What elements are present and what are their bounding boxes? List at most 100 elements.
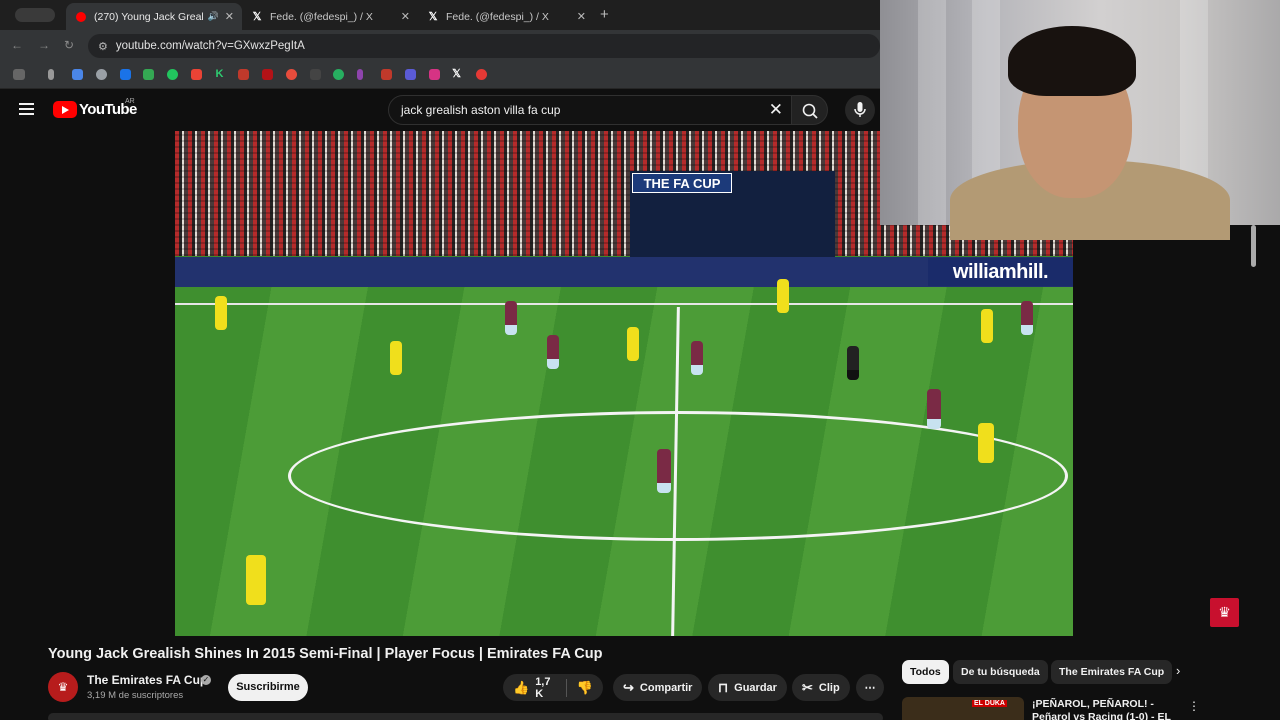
microphone-icon — [854, 102, 866, 117]
bookmark-icon[interactable] — [96, 69, 107, 80]
close-tab-icon[interactable]: ✕ — [225, 10, 234, 23]
player — [1021, 301, 1033, 335]
speaker-icon[interactable]: 🔊 — [208, 11, 219, 22]
bookmark-icon[interactable] — [357, 69, 363, 80]
share-button[interactable]: ↪ Compartir — [613, 674, 703, 701]
bookmark-icon[interactable] — [48, 69, 54, 80]
like-dislike-group: 👍 1,7 K 👎 — [503, 674, 603, 701]
search-button[interactable] — [791, 95, 828, 125]
bookmark-icon[interactable] — [262, 69, 273, 80]
bookmark-icon[interactable] — [405, 69, 416, 80]
close-tab-icon[interactable]: ✕ — [577, 10, 586, 23]
person-hair — [1008, 26, 1136, 96]
x-icon[interactable]: 𝕏 — [451, 69, 462, 80]
search-input[interactable]: jack grealish aston villa fa cup ✕ — [388, 95, 792, 125]
clip-label: Clip — [818, 681, 840, 694]
channel-avatar[interactable]: ♛ — [48, 672, 78, 702]
tab-youtube[interactable]: (270) Young Jack Grealish Shines In 2015… — [66, 3, 242, 30]
player — [777, 279, 789, 313]
webcam-overlay — [880, 0, 1280, 240]
centre-circle — [288, 411, 1068, 541]
bookmark-icon[interactable] — [381, 69, 392, 80]
save-button[interactable]: ⊓ Guardar — [708, 674, 787, 701]
youtube-logo[interactable]: YouTube AR — [53, 98, 137, 118]
drive-icon[interactable] — [143, 69, 154, 80]
bookmark-icon[interactable] — [167, 69, 178, 80]
subscribe-button[interactable]: Suscribirme — [228, 674, 308, 701]
scissors-icon: ✂ — [802, 679, 813, 695]
bookmark-icon[interactable] — [120, 69, 131, 80]
tab-x-1[interactable]: 𝕏 Fede. (@fedespi_) / X ✕ — [242, 3, 418, 30]
x-favicon-icon: 𝕏 — [252, 11, 262, 23]
player — [390, 341, 402, 375]
country-code: AR — [125, 98, 135, 105]
player — [927, 389, 941, 429]
new-tab-icon[interactable]: + — [600, 6, 609, 23]
bookmark-icon[interactable] — [238, 69, 249, 80]
tab-title: (270) Young Jack Grealish Shines In 2015… — [94, 10, 204, 23]
close-tab-icon[interactable]: ✕ — [401, 10, 410, 23]
more-horizontal-icon: ⋯ — [864, 682, 876, 694]
chevron-right-icon[interactable]: › — [1176, 663, 1180, 678]
more-actions-button[interactable]: ⋯ — [856, 674, 884, 701]
channel-name[interactable]: The Emirates FA Cup — [87, 673, 207, 687]
player — [246, 555, 266, 605]
player — [978, 423, 994, 463]
touchline — [175, 303, 1073, 305]
curtain — [918, 0, 946, 225]
clear-search-icon[interactable]: ✕ — [769, 100, 783, 120]
chip-all[interactable]: Todos — [902, 660, 949, 684]
tab-group-pill[interactable] — [15, 8, 55, 22]
youtube-bookmark-icon[interactable] — [476, 69, 487, 80]
chip-channel[interactable]: The Emirates FA Cup — [1051, 660, 1173, 684]
like-count[interactable]: 1,7 K — [535, 676, 556, 700]
description-box[interactable] — [48, 713, 883, 720]
verified-check-icon: ✓ — [201, 675, 211, 685]
bookmark-icon[interactable] — [429, 69, 440, 80]
tab-x-2[interactable]: 𝕏 Fede. (@fedespi_) / X ✕ — [418, 3, 594, 30]
player — [547, 335, 559, 369]
video-title: Young Jack Grealish Shines In 2015 Semi-… — [48, 646, 603, 662]
bookmark-icon[interactable] — [286, 69, 297, 80]
address-bar-row: ← → ↻ ⚙ youtube.com/watch?v=GXwxzPegItA — [0, 30, 880, 61]
apps-grid-icon[interactable] — [13, 69, 25, 80]
tab-title: Fede. (@fedespi_) / X — [446, 10, 549, 23]
url-field[interactable]: ⚙ youtube.com/watch?v=GXwxzPegItA — [88, 34, 880, 58]
like-icon[interactable]: 👍 — [513, 680, 529, 696]
search-icon — [802, 103, 818, 119]
save-label: Guardar — [734, 681, 777, 694]
menu-icon[interactable] — [19, 103, 34, 115]
gmail-icon[interactable] — [191, 69, 202, 80]
kick-icon[interactable]: K — [214, 69, 225, 80]
bookmark-icon[interactable] — [333, 69, 344, 80]
browser-tab-bar: (270) Young Jack Grealish Shines In 2015… — [0, 0, 880, 30]
player — [627, 327, 639, 361]
voice-search-button[interactable] — [845, 95, 875, 125]
scrollbar-thumb[interactable] — [1251, 225, 1256, 267]
share-label: Compartir — [639, 681, 693, 694]
site-settings-icon[interactable]: ⚙ — [98, 40, 108, 53]
related-video-title[interactable]: ¡PEÑAROL, PEÑAROL! - Peñarol vs Racing (… — [1032, 698, 1182, 720]
williamhill-board: williamhill. — [928, 258, 1073, 286]
app-root: { "browser": { "tabs": [ {"title": "(270… — [0, 0, 1280, 720]
share-icon: ↪ — [623, 679, 634, 695]
youtube-play-icon — [53, 101, 77, 118]
fa-channel-watermark-icon[interactable]: ♛ — [1210, 598, 1239, 627]
clip-button[interactable]: ✂ Clip — [792, 674, 850, 701]
chip-from-search[interactable]: De tu búsqueda — [953, 660, 1048, 684]
referee — [847, 346, 859, 380]
x-favicon-icon: 𝕏 — [428, 11, 438, 23]
bookmarks-bar: K 𝕏 — [0, 61, 880, 89]
bookmark-icon[interactable] — [72, 69, 83, 80]
forward-icon[interactable]: → — [38, 38, 50, 52]
thumbnail-badge: EL DUKA — [972, 700, 1007, 707]
dislike-icon[interactable]: 👎 — [577, 680, 593, 696]
back-icon[interactable]: ← — [11, 38, 23, 52]
search-query: jack grealish aston villa fa cup — [401, 103, 561, 117]
related-video-thumbnail[interactable]: EL DUKA — [902, 697, 1024, 720]
more-vertical-icon[interactable]: ⋮ — [1188, 699, 1200, 713]
reload-icon[interactable]: ↻ — [64, 38, 74, 52]
tab-title: Fede. (@fedespi_) / X — [270, 10, 373, 23]
bookmark-icon[interactable] — [310, 69, 321, 80]
player — [981, 309, 993, 343]
